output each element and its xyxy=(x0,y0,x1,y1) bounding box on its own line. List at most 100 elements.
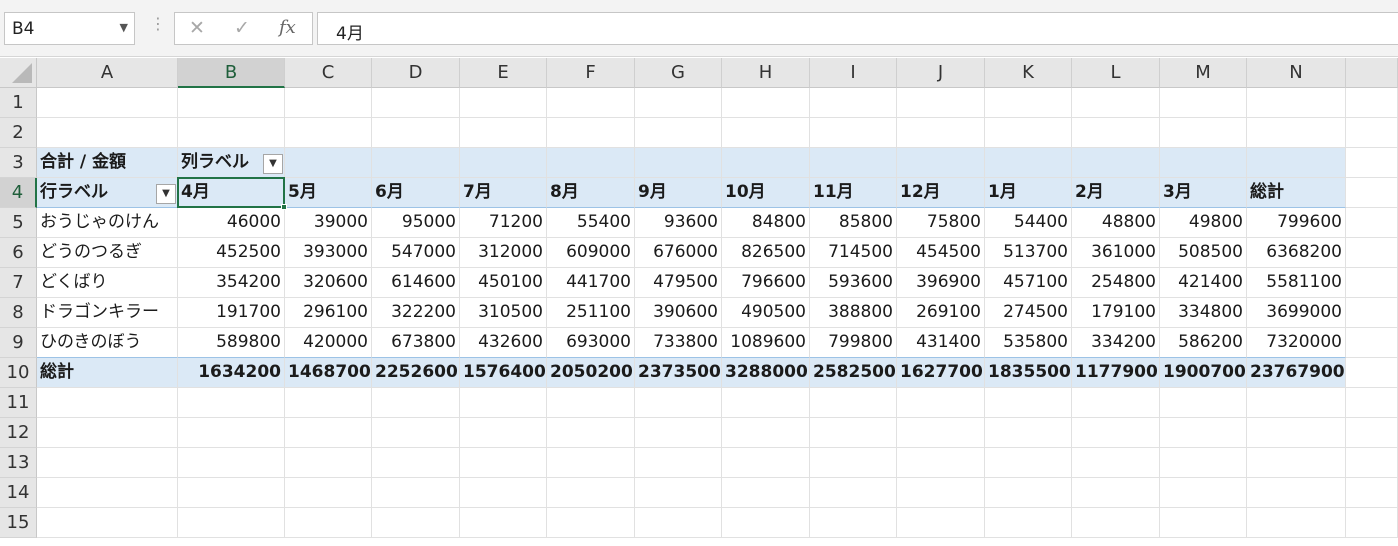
pivot-value-cell[interactable]: 296100 xyxy=(285,298,372,328)
cell-f1[interactable] xyxy=(547,88,635,118)
pivot-value-cell[interactable]: 48800 xyxy=(1072,208,1160,238)
pivot-value-cell[interactable]: 421400 xyxy=(1160,268,1247,298)
cell-c12[interactable] xyxy=(285,418,372,448)
chevron-down-icon[interactable]: ▼ xyxy=(120,21,128,34)
cell-j12[interactable] xyxy=(897,418,985,448)
cell-g15[interactable] xyxy=(635,508,722,538)
cell-h14[interactable] xyxy=(722,478,810,508)
cell-i15[interactable] xyxy=(810,508,897,538)
row-header-5[interactable]: 5 xyxy=(0,208,37,238)
pivot-value-cell[interactable]: 589800 xyxy=(178,328,285,358)
column-header-c[interactable]: C xyxy=(285,58,372,88)
cell-n15[interactable] xyxy=(1247,508,1346,538)
pivot-month-header[interactable]: 5月 xyxy=(285,178,372,208)
column-header-d[interactable]: D xyxy=(372,58,460,88)
pivot-value-cell[interactable]: 452500 xyxy=(178,238,285,268)
pivot-month-header[interactable]: 7月 xyxy=(460,178,547,208)
pivot-value-cell[interactable]: 450100 xyxy=(460,268,547,298)
name-box[interactable]: B4 ▼ xyxy=(4,12,135,45)
cell-c15[interactable] xyxy=(285,508,372,538)
cell-j15[interactable] xyxy=(897,508,985,538)
cell-h13[interactable] xyxy=(722,448,810,478)
chevron-down-icon[interactable]: ▼ xyxy=(156,184,176,204)
cell-b11[interactable] xyxy=(178,388,285,418)
cell-e3[interactable] xyxy=(460,148,547,178)
pivot-value-cell[interactable]: 191700 xyxy=(178,298,285,328)
cell-a12[interactable] xyxy=(37,418,178,448)
cell-g2[interactable] xyxy=(635,118,722,148)
cell-k13[interactable] xyxy=(985,448,1072,478)
pivot-row-label[interactable]: どうのつるぎ xyxy=(37,238,178,268)
chevron-down-icon[interactable]: ▼ xyxy=(263,154,283,174)
cell-e12[interactable] xyxy=(460,418,547,448)
pivot-value-cell[interactable]: 54400 xyxy=(985,208,1072,238)
row-header-11[interactable]: 11 xyxy=(0,388,37,418)
pivot-value-cell[interactable]: 6368200 xyxy=(1247,238,1346,268)
cell-d14[interactable] xyxy=(372,478,460,508)
pivot-value-cell[interactable]: 826500 xyxy=(722,238,810,268)
cell-a11[interactable] xyxy=(37,388,178,418)
cell-a1[interactable] xyxy=(37,88,178,118)
pivot-grand-total-cell[interactable]: 3288000 xyxy=(722,358,810,388)
enter-icon[interactable]: ✓ xyxy=(234,17,250,39)
row-header-1[interactable]: 1 xyxy=(0,88,37,118)
cell-g11[interactable] xyxy=(635,388,722,418)
pivot-value-cell[interactable]: 614600 xyxy=(372,268,460,298)
cell-n14[interactable] xyxy=(1247,478,1346,508)
column-header-m[interactable]: M xyxy=(1160,58,1247,88)
pivot-value-cell[interactable]: 390600 xyxy=(635,298,722,328)
cell-i1[interactable] xyxy=(810,88,897,118)
cell-l2[interactable] xyxy=(1072,118,1160,148)
cell-d15[interactable] xyxy=(372,508,460,538)
cell-l3[interactable] xyxy=(1072,148,1160,178)
cell-b14[interactable] xyxy=(178,478,285,508)
pivot-value-cell[interactable]: 3699000 xyxy=(1247,298,1346,328)
column-header-h[interactable]: H xyxy=(722,58,810,88)
pivot-month-header[interactable]: 1月 xyxy=(985,178,1072,208)
pivot-value-cell[interactable]: 49800 xyxy=(1160,208,1247,238)
cell-f13[interactable] xyxy=(547,448,635,478)
pivot-value-cell[interactable]: 457100 xyxy=(985,268,1072,298)
pivot-grand-total-cell[interactable]: 1177900 xyxy=(1072,358,1160,388)
cell-m11[interactable] xyxy=(1160,388,1247,418)
cell-b1[interactable] xyxy=(178,88,285,118)
pivot-month-header[interactable]: 12月 xyxy=(897,178,985,208)
row-header-7[interactable]: 7 xyxy=(0,268,37,298)
pivot-grand-total-cell[interactable]: 2582500 xyxy=(810,358,897,388)
cell-d3[interactable] xyxy=(372,148,460,178)
cell-c11[interactable] xyxy=(285,388,372,418)
pivot-grand-total-cell[interactable]: 2050200 xyxy=(547,358,635,388)
pivot-value-cell[interactable]: 593600 xyxy=(810,268,897,298)
cell-d1[interactable] xyxy=(372,88,460,118)
pivot-month-header[interactable]: 4月 xyxy=(178,178,285,208)
pivot-value-cell[interactable]: 508500 xyxy=(1160,238,1247,268)
pivot-value-cell[interactable]: 676000 xyxy=(635,238,722,268)
cell-l15[interactable] xyxy=(1072,508,1160,538)
cell-j2[interactable] xyxy=(897,118,985,148)
cell-j1[interactable] xyxy=(897,88,985,118)
row-header-9[interactable]: 9 xyxy=(0,328,37,358)
pivot-month-header[interactable]: 8月 xyxy=(547,178,635,208)
cell-e1[interactable] xyxy=(460,88,547,118)
insert-function-button[interactable]: fx xyxy=(279,17,296,38)
cell-l1[interactable] xyxy=(1072,88,1160,118)
row-header-15[interactable]: 15 xyxy=(0,508,37,538)
cell-f3[interactable] xyxy=(547,148,635,178)
cell-g12[interactable] xyxy=(635,418,722,448)
cancel-icon[interactable]: ✕ xyxy=(189,17,205,39)
pivot-value-cell[interactable]: 609000 xyxy=(547,238,635,268)
pivot-value-cell[interactable]: 714500 xyxy=(810,238,897,268)
cell-d13[interactable] xyxy=(372,448,460,478)
cell-m15[interactable] xyxy=(1160,508,1247,538)
cell-h2[interactable] xyxy=(722,118,810,148)
cell-d11[interactable] xyxy=(372,388,460,418)
cell-c3[interactable] xyxy=(285,148,372,178)
row-header-6[interactable]: 6 xyxy=(0,238,37,268)
cell-k2[interactable] xyxy=(985,118,1072,148)
cell-d12[interactable] xyxy=(372,418,460,448)
pivot-value-cell[interactable]: 93600 xyxy=(635,208,722,238)
cell-m3[interactable] xyxy=(1160,148,1247,178)
cell-k12[interactable] xyxy=(985,418,1072,448)
cell-l11[interactable] xyxy=(1072,388,1160,418)
cell-k3[interactable] xyxy=(985,148,1072,178)
